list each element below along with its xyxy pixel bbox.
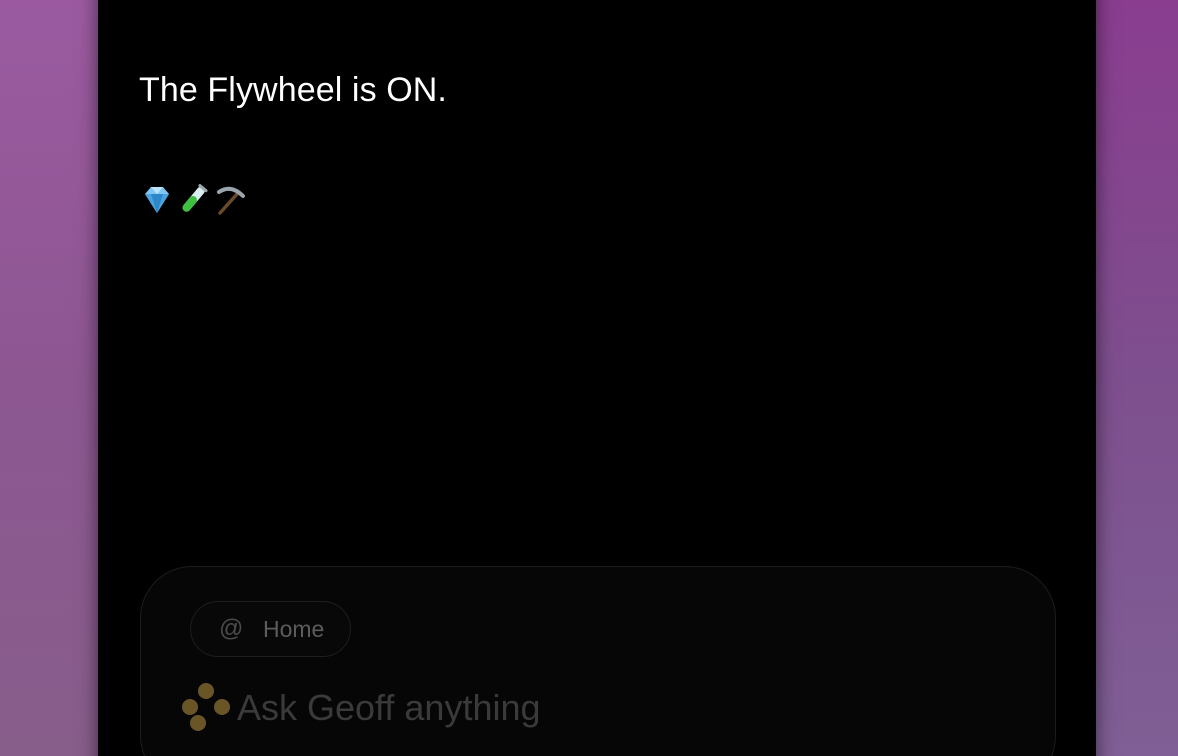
test-tube-icon <box>182 184 208 212</box>
geoff-dots-icon <box>182 683 230 731</box>
background-right <box>1088 0 1178 756</box>
message-emoji-row <box>139 182 247 218</box>
at-icon: @ <box>219 615 244 642</box>
context-chip-home[interactable]: @ Home <box>190 601 351 657</box>
prompt-row <box>181 683 837 733</box>
gem-icon <box>145 187 169 213</box>
context-chip-label: Home <box>263 615 325 642</box>
chat-composer: @ Home <box>140 566 1056 756</box>
pick-icon <box>217 186 245 215</box>
ask-geoff-input[interactable] <box>237 687 837 729</box>
background-left <box>0 0 100 756</box>
chat-message: The Flywheel is ON. <box>139 71 447 109</box>
